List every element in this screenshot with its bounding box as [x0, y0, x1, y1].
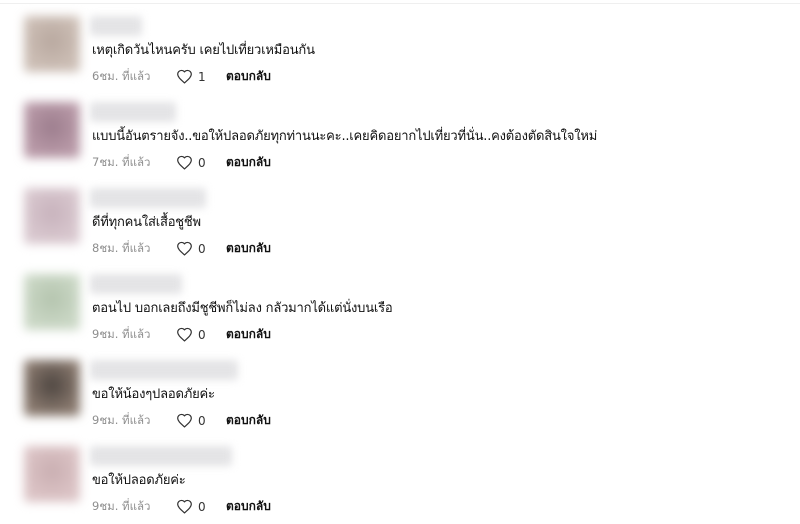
like-button[interactable]: 0 — [176, 155, 226, 170]
comment-time: 6ชม. ที่แล้ว — [92, 68, 151, 83]
comment-item: ดีที่ทุกคนใส่เสื้อชูชีพ 8ชม. ที่แล้ว 0 ต… — [0, 180, 800, 266]
reply-button[interactable]: ตอบกลับ — [226, 497, 271, 516]
reply-button[interactable]: ตอบกลับ — [226, 153, 271, 172]
comment-time: 8ชม. ที่แล้ว — [92, 240, 151, 255]
comment-text: ขอให้ปลอดภัยค่ะ — [92, 473, 186, 488]
comment-meta: 9ชม. ที่แล้ว 0 ตอบกลับ — [92, 497, 271, 516]
comment-item: ขอให้น้องๆปลอดภัยค่ะ 9ชม. ที่แล้ว 0 ตอบก… — [0, 352, 800, 438]
like-button[interactable]: 0 — [176, 241, 226, 256]
comment-text: ดีที่ทุกคนใส่เสื้อชูชีพ — [92, 215, 201, 230]
avatar[interactable] — [24, 102, 80, 158]
like-count: 0 — [198, 241, 206, 256]
like-count: 1 — [198, 69, 206, 84]
top-divider — [0, 3, 800, 4]
like-count: 0 — [198, 155, 206, 170]
comment-item: ตอนไป บอกเลยถึงมีชูชีพก็ไม่ลง กลัวมากได้… — [0, 266, 800, 352]
avatar[interactable] — [24, 16, 80, 72]
comment-time: 9ชม. ที่แล้ว — [92, 498, 151, 513]
like-button[interactable]: 0 — [176, 413, 226, 428]
reply-button[interactable]: ตอบกลับ — [226, 239, 271, 258]
like-count: 0 — [198, 413, 206, 428]
username-blurred[interactable] — [90, 16, 142, 36]
comment-text: แบบนี้อันตรายจัง..ขอให้ปลอดภัยทุกท่านนะค… — [92, 129, 598, 144]
username-blurred[interactable] — [90, 274, 182, 294]
avatar[interactable] — [24, 188, 80, 244]
like-button[interactable]: 0 — [176, 327, 226, 342]
heart-icon — [177, 241, 192, 256]
avatar[interactable] — [24, 274, 80, 330]
heart-icon — [177, 499, 192, 514]
heart-icon — [177, 327, 192, 342]
comment-text: เหตุเกิดวันไหนครับ เคยไปเที่ยวเหมือนกัน — [92, 43, 315, 58]
username-blurred[interactable] — [90, 188, 206, 208]
comment-time: 7ชม. ที่แล้ว — [92, 154, 151, 169]
avatar[interactable] — [24, 360, 80, 416]
username-blurred[interactable] — [90, 360, 238, 380]
comment-meta: 8ชม. ที่แล้ว 0 ตอบกลับ — [92, 239, 271, 258]
avatar[interactable] — [24, 446, 80, 502]
reply-button[interactable]: ตอบกลับ — [226, 325, 271, 344]
comment-text: ตอนไป บอกเลยถึงมีชูชีพก็ไม่ลง กลัวมากได้… — [92, 301, 393, 316]
like-button[interactable]: 1 — [176, 69, 226, 84]
heart-icon — [177, 69, 192, 84]
heart-icon — [177, 155, 192, 170]
comment-time: 9ชม. ที่แล้ว — [92, 412, 151, 427]
comment-item: ขอให้ปลอดภัยค่ะ 9ชม. ที่แล้ว 0 ตอบกลับ — [0, 438, 800, 524]
comment-meta: 9ชม. ที่แล้ว 0 ตอบกลับ — [92, 411, 271, 430]
comment-meta: 9ชม. ที่แล้ว 0 ตอบกลับ — [92, 325, 271, 344]
like-count: 0 — [198, 499, 206, 514]
reply-button[interactable]: ตอบกลับ — [226, 411, 271, 430]
comment-item: เหตุเกิดวันไหนครับ เคยไปเที่ยวเหมือนกัน … — [0, 8, 800, 94]
reply-button[interactable]: ตอบกลับ — [226, 67, 271, 86]
like-button[interactable]: 0 — [176, 499, 226, 514]
heart-icon — [177, 413, 192, 428]
like-count: 0 — [198, 327, 206, 342]
comment-meta: 7ชม. ที่แล้ว 0 ตอบกลับ — [92, 153, 271, 172]
comment-meta: 6ชม. ที่แล้ว 1 ตอบกลับ — [92, 67, 271, 86]
comment-time: 9ชม. ที่แล้ว — [92, 326, 151, 341]
username-blurred[interactable] — [90, 102, 176, 122]
comment-item: แบบนี้อันตรายจัง..ขอให้ปลอดภัยทุกท่านนะค… — [0, 94, 800, 180]
username-blurred[interactable] — [90, 446, 232, 466]
comment-text: ขอให้น้องๆปลอดภัยค่ะ — [92, 387, 215, 402]
